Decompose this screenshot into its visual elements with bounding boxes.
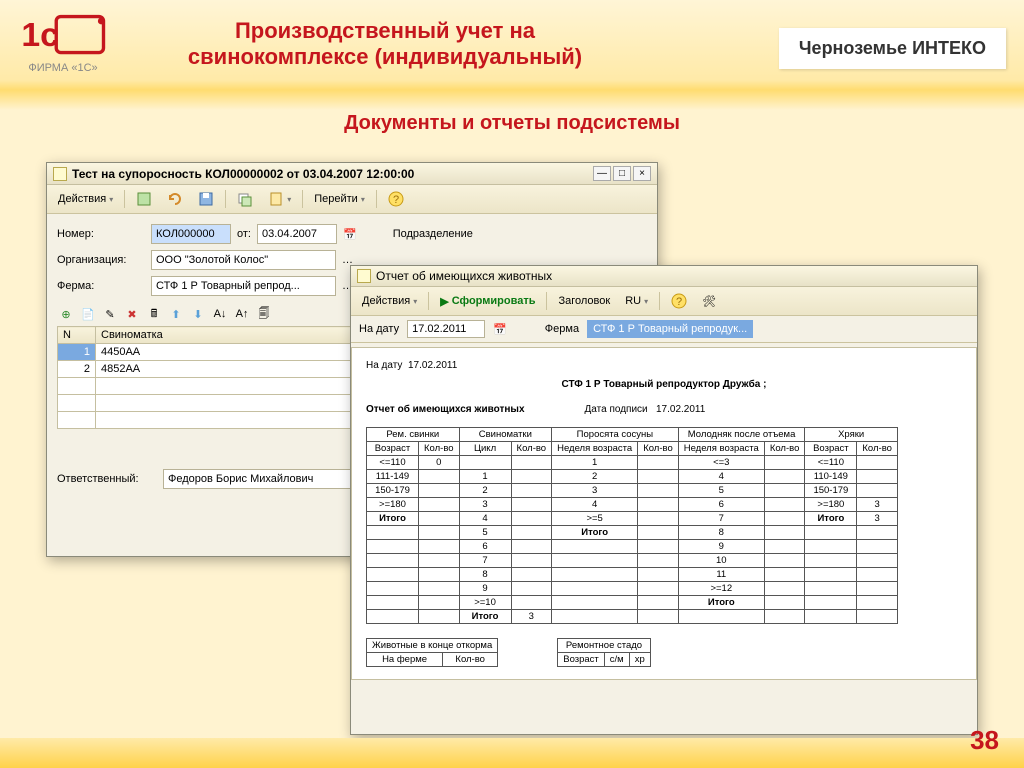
actions-menu[interactable]: Действия — [356, 292, 423, 310]
lang-select[interactable]: RU — [619, 292, 654, 310]
calendar-icon[interactable]: 📅 — [493, 323, 507, 336]
calendar-icon[interactable]: 📅 — [343, 228, 357, 241]
label-from: от: — [237, 228, 251, 240]
copy-icon[interactable]: 📄 — [79, 305, 97, 323]
close-button[interactable]: × — [633, 166, 651, 181]
date-filter-input[interactable] — [407, 320, 485, 338]
farm-filter-value[interactable]: СТФ 1 Р Товарный репродук... — [587, 320, 753, 338]
col-n[interactable]: N — [58, 327, 96, 344]
window-icon — [53, 167, 67, 181]
help-icon[interactable]: ? — [382, 188, 410, 210]
window-title-text: Отчет об имеющихся животных — [376, 269, 552, 283]
section-title: Документы и отчеты подсистемы — [0, 112, 1024, 135]
title-bar[interactable]: Тест на супоросность КОЛ00000002 от 03.0… — [47, 163, 657, 185]
svg-text:1с: 1с — [21, 16, 59, 54]
page-number: 38 — [970, 725, 999, 756]
calc-icon[interactable]: 🖩 — [145, 305, 163, 323]
responsible-input[interactable] — [163, 469, 353, 489]
svg-text:?: ? — [676, 296, 682, 308]
post-icon[interactable] — [130, 188, 158, 210]
toolbar: Действия ▶ Сформировать Заголовок RU ? 🛠 — [351, 287, 977, 316]
maximize-button[interactable]: □ — [613, 166, 631, 181]
title-bar[interactable]: Отчет об имеющихся животных — [351, 266, 977, 287]
sort-asc-icon[interactable]: A↓ — [211, 305, 229, 323]
label-responsible: Ответственный: — [57, 473, 157, 485]
rollback-icon[interactable] — [161, 188, 189, 210]
report-farm-line: СТФ 1 Р Товарный репродуктор Дружба ; — [366, 379, 962, 390]
actions-menu[interactable]: Действия — [52, 190, 119, 208]
window-title-text: Тест на супоросность КОЛ00000002 от 03.0… — [72, 167, 414, 181]
company-badge: Черноземье ИНТЕКО — [779, 28, 1006, 69]
label-farm: Ферма: — [57, 280, 145, 292]
delete-icon[interactable]: ✖ — [123, 305, 141, 323]
svg-text:?: ? — [393, 194, 399, 206]
number-input[interactable] — [151, 224, 231, 244]
save-icon[interactable] — [192, 188, 220, 210]
label-farm: Ферма — [545, 323, 579, 335]
label-number: Номер: — [57, 228, 145, 240]
farm-input[interactable] — [151, 276, 336, 296]
report-body: На дату 17.02.2011 СТФ 1 Р Товарный репр… — [351, 347, 977, 680]
fill-icon[interactable]: 🗐 — [255, 305, 273, 323]
slide-title: Производственный учет насвинокомплексе (… — [170, 18, 600, 71]
sort-desc-icon[interactable]: A↑ — [233, 305, 251, 323]
logo-1c: 1с ФИРМА «1С» — [18, 12, 108, 74]
footer-gradient — [0, 738, 1024, 768]
toolbar: Действия Перейти ? — [47, 185, 657, 214]
down-icon[interactable]: ⬇ — [189, 305, 207, 323]
filter-bar: На дату 📅 Ферма СТФ 1 Р Товарный репроду… — [351, 316, 977, 343]
report-title: Отчет об имеющихся животных — [366, 404, 525, 415]
label-date: На дату — [359, 323, 399, 335]
goto-menu[interactable]: Перейти — [308, 190, 371, 208]
basis-icon[interactable] — [262, 188, 297, 210]
window-icon — [357, 269, 371, 283]
minimize-button[interactable]: — — [593, 166, 611, 181]
label-org: Организация: — [57, 254, 145, 266]
label-dept: Подразделение — [393, 228, 473, 240]
date-input[interactable] — [257, 224, 337, 244]
add-icon[interactable]: ⊕ — [57, 305, 75, 323]
org-input[interactable] — [151, 250, 336, 270]
up-icon[interactable]: ⬆ — [167, 305, 185, 323]
settings-icon[interactable]: 🛠 — [696, 292, 722, 311]
help-icon[interactable]: ? — [665, 290, 693, 312]
run-button[interactable]: ▶ Сформировать — [434, 292, 541, 311]
slide-header: 1с ФИРМА «1С» Производственный учет насв… — [0, 0, 1024, 90]
edit-icon[interactable]: ✎ — [101, 305, 119, 323]
movement-icon[interactable] — [231, 188, 259, 210]
report-table: Рем. свинки Свиноматки Поросята сосуны М… — [366, 427, 898, 624]
report-table-2: Животные в конце откорма Ремонтное стадо… — [366, 638, 651, 667]
window-animals-report: Отчет об имеющихся животных Действия ▶ С… — [350, 265, 978, 735]
header-button[interactable]: Заголовок — [552, 292, 616, 310]
